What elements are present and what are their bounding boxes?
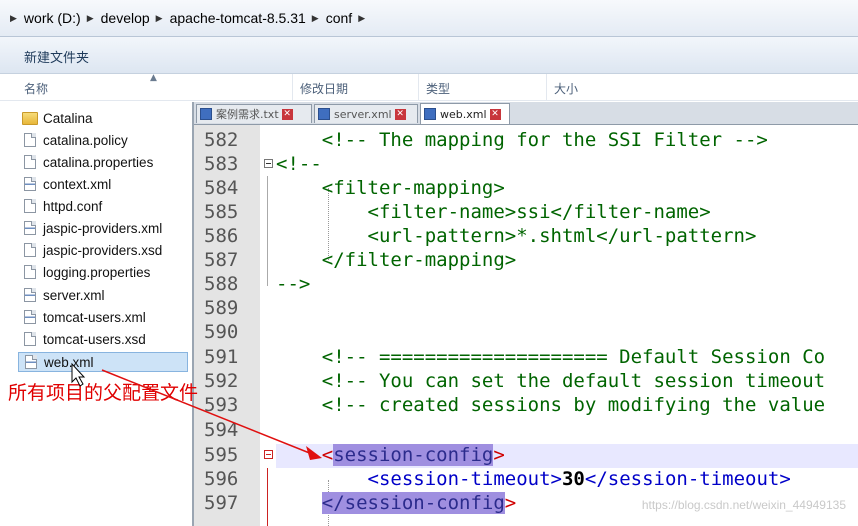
xml-file-icon bbox=[24, 310, 36, 324]
code-line[interactable]: 593 <!-- created sessions by modifying t… bbox=[194, 393, 858, 417]
column-header-modified[interactable]: 修改日期 bbox=[300, 80, 348, 97]
code-line[interactable]: 594 bbox=[194, 418, 858, 442]
file-name: httpd.conf bbox=[43, 198, 103, 214]
chevron-right-icon[interactable]: ▶ bbox=[358, 13, 365, 24]
address-bar[interactable]: ▶ work (D:) ▶ develop ▶ apache-tomcat-8.… bbox=[0, 0, 858, 37]
file-icon bbox=[24, 265, 36, 279]
chevron-right-icon[interactable]: ▶ bbox=[10, 13, 17, 24]
tab-bar: 案例需求.txt ✕ server.xml ✕ web.xml ✕ bbox=[194, 102, 858, 125]
breadcrumb-item-conf[interactable]: conf bbox=[326, 10, 352, 26]
file-name: catalina.properties bbox=[43, 154, 154, 170]
code-line[interactable]: 586 <url-pattern>*.shtml</url-pattern> bbox=[194, 224, 858, 248]
column-divider[interactable] bbox=[292, 74, 293, 100]
xml-file-icon bbox=[24, 177, 36, 191]
list-item[interactable]: Catalina bbox=[18, 108, 188, 128]
column-divider[interactable] bbox=[418, 74, 419, 100]
column-divider[interactable] bbox=[546, 74, 547, 100]
code-line[interactable]: 583 <!-- bbox=[194, 152, 858, 176]
code-line[interactable]: 584 <filter-mapping> bbox=[194, 176, 858, 200]
list-item[interactable]: httpd.conf bbox=[18, 196, 188, 216]
xml-file-icon bbox=[25, 355, 37, 369]
chevron-right-icon[interactable]: ▶ bbox=[312, 13, 319, 24]
list-item[interactable]: catalina.policy bbox=[18, 130, 188, 150]
column-header-name[interactable]: 名称 bbox=[24, 80, 48, 97]
file-name: jaspic-providers.xml bbox=[43, 220, 163, 236]
annotation-text: 所有项目的父配置文件 bbox=[8, 382, 199, 404]
chevron-right-icon[interactable]: ▶ bbox=[87, 13, 94, 24]
list-item[interactable]: catalina.properties bbox=[18, 152, 188, 172]
close-icon[interactable]: ✕ bbox=[394, 108, 406, 120]
breadcrumb-item-tomcat[interactable]: apache-tomcat-8.5.31 bbox=[170, 10, 306, 26]
file-name: jaspic-providers.xsd bbox=[43, 242, 163, 258]
watermark: https://blog.csdn.net/weixin_44949135 bbox=[641, 498, 846, 512]
code-line-session-config-open: <session-config> bbox=[321, 444, 505, 466]
fold-toggle-icon[interactable] bbox=[264, 159, 273, 168]
code-line[interactable]: 592 <!-- You can set the default session… bbox=[194, 369, 858, 393]
code-line-session-config-close: </session-config> bbox=[321, 492, 517, 514]
list-item[interactable]: context.xml bbox=[18, 174, 188, 194]
file-name: Catalina bbox=[43, 110, 93, 126]
column-header-type[interactable]: 类型 bbox=[426, 80, 450, 97]
tab-server-xml[interactable]: server.xml ✕ bbox=[314, 104, 418, 123]
breadcrumb: ▶ work (D:) ▶ develop ▶ apache-tomcat-8.… bbox=[4, 7, 372, 29]
list-item[interactable]: tomcat-users.xsd bbox=[18, 329, 188, 349]
code-line[interactable]: 590 bbox=[194, 320, 858, 344]
explorer-toolbar: 新建文件夹 bbox=[0, 37, 858, 74]
text-editor[interactable]: 案例需求.txt ✕ server.xml ✕ web.xml ✕ 582 <!… bbox=[192, 102, 858, 526]
tab-requirements-txt[interactable]: 案例需求.txt ✕ bbox=[196, 104, 312, 123]
file-icon bbox=[24, 155, 36, 169]
new-folder-button[interactable]: 新建文件夹 bbox=[24, 47, 89, 66]
folder-icon bbox=[22, 111, 38, 125]
file-name: server.xml bbox=[43, 287, 105, 303]
tab-web-xml[interactable]: web.xml ✕ bbox=[420, 103, 510, 124]
list-item-selected[interactable]: web.xml bbox=[18, 352, 188, 372]
column-header-size[interactable]: 大小 bbox=[554, 80, 578, 97]
close-icon[interactable]: ✕ bbox=[281, 108, 293, 120]
code-line[interactable]: 596 <session-timeout>30</session-timeout… bbox=[194, 467, 858, 491]
list-item[interactable]: server.xml bbox=[18, 285, 188, 305]
close-icon[interactable]: ✕ bbox=[489, 108, 501, 120]
file-name: context.xml bbox=[43, 176, 112, 192]
file-icon bbox=[24, 199, 36, 213]
column-header-row: ▲ 名称 修改日期 类型 大小 bbox=[0, 73, 858, 101]
list-item[interactable]: jaspic-providers.xsd bbox=[18, 240, 188, 260]
code-line[interactable]: 591 <!-- ==================== Default Se… bbox=[194, 345, 858, 369]
sort-ascending-icon: ▲ bbox=[150, 73, 157, 83]
save-file-icon bbox=[424, 108, 436, 120]
code-line[interactable]: 595 <session-config> bbox=[194, 443, 858, 467]
list-item[interactable]: tomcat-users.xml bbox=[18, 307, 188, 327]
code-line[interactable]: 585 <filter-name>ssi</filter-name> bbox=[194, 200, 858, 224]
list-item[interactable]: jaspic-providers.xml bbox=[18, 218, 188, 238]
breadcrumb-item-develop[interactable]: develop bbox=[101, 10, 150, 26]
code-line-session-timeout: <session-timeout>30</session-timeout> bbox=[276, 468, 791, 490]
code-line[interactable]: 587 </filter-mapping> bbox=[194, 248, 858, 272]
file-icon bbox=[24, 133, 36, 147]
file-list: Catalina catalina.policy catalina.proper… bbox=[0, 102, 192, 502]
file-name: tomcat-users.xml bbox=[43, 309, 146, 325]
list-item[interactable]: logging.properties bbox=[18, 262, 188, 282]
code-line[interactable]: 588 --> bbox=[194, 272, 858, 296]
code-line[interactable]: 589 bbox=[194, 296, 858, 320]
file-name: logging.properties bbox=[43, 264, 151, 280]
file-name: web.xml bbox=[44, 354, 94, 370]
chevron-right-icon[interactable]: ▶ bbox=[156, 13, 163, 24]
xml-file-icon bbox=[24, 288, 36, 302]
breadcrumb-item-drive[interactable]: work (D:) bbox=[24, 10, 81, 26]
code-line[interactable]: 582 <!-- The mapping for the SSI Filter … bbox=[194, 128, 858, 152]
xml-file-icon bbox=[24, 221, 36, 235]
file-icon bbox=[24, 332, 36, 346]
file-icon bbox=[24, 243, 36, 257]
fold-toggle-icon[interactable] bbox=[264, 450, 273, 459]
file-name: catalina.policy bbox=[43, 132, 128, 148]
save-file-icon bbox=[200, 108, 212, 120]
file-name: tomcat-users.xsd bbox=[43, 331, 146, 347]
save-file-icon bbox=[318, 108, 330, 120]
